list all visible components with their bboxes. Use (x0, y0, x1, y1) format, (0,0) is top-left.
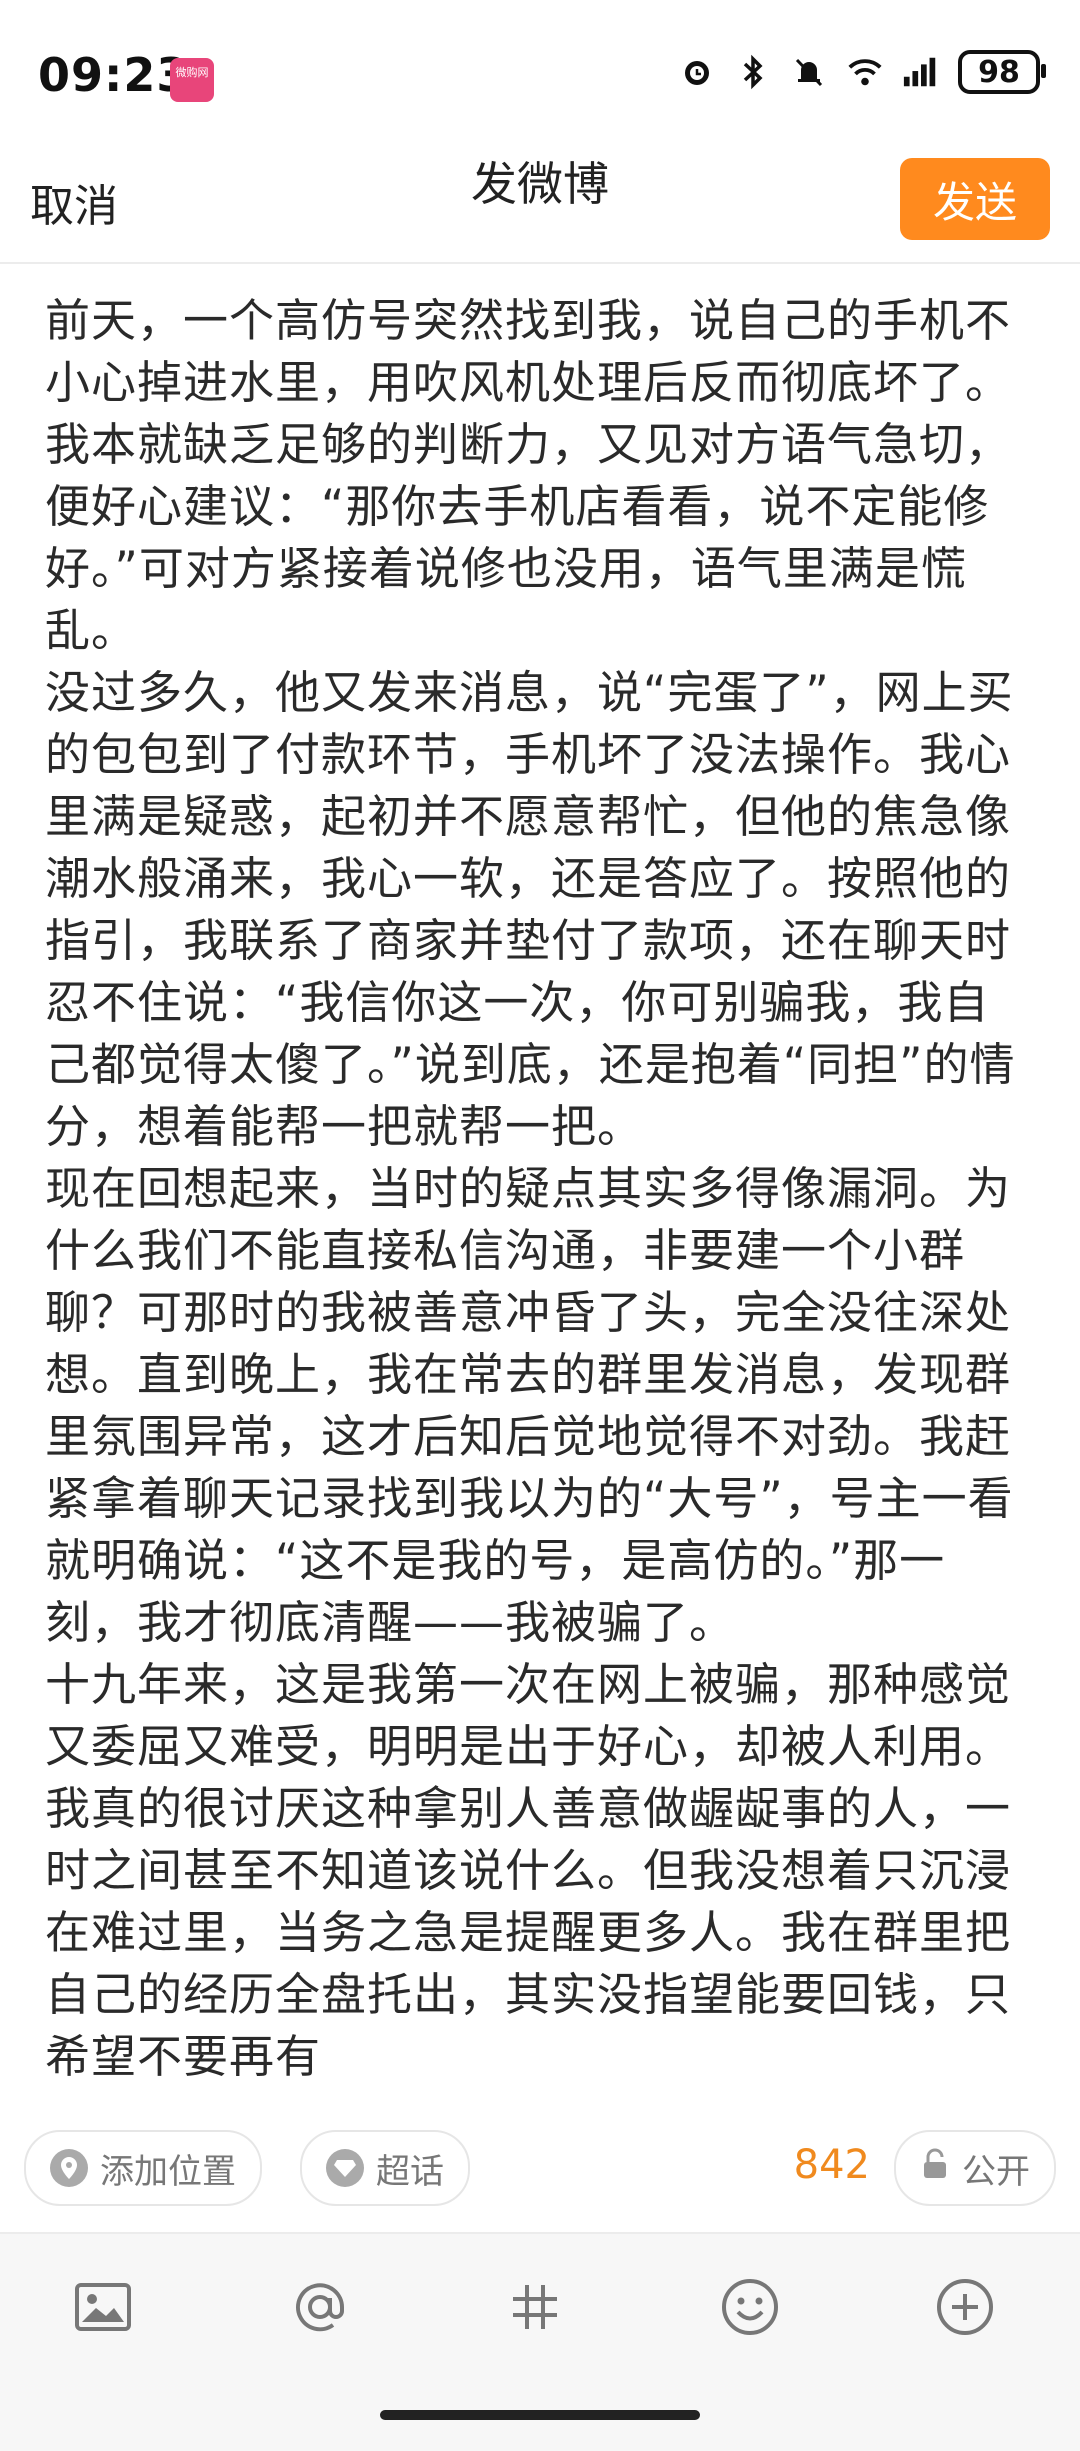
send-button[interactable]: 发送 (900, 158, 1050, 240)
signal-icon (902, 53, 940, 91)
status-bar: 09:23 微购网 98 (0, 0, 1080, 140)
visibility-label: 公开 (962, 2151, 1030, 2192)
add-icon[interactable] (930, 2272, 1000, 2342)
compose-header: 取消 发微博 发送 (0, 140, 1080, 264)
mention-icon[interactable] (285, 2272, 355, 2342)
lock-icon (920, 2147, 950, 2190)
hashtag-icon[interactable] (500, 2272, 570, 2342)
emoji-icon[interactable] (715, 2272, 785, 2342)
post-text-area[interactable]: 前天，一个高仿号突然找到我，说自己的手机不小心掉进水里，用吹风机处理后反而彻底坏… (45, 290, 1035, 2095)
post-paragraph: 前天，一个高仿号突然找到我，说自己的手机不小心掉进水里，用吹风机处理后反而彻底坏… (45, 294, 1012, 657)
super-topic-button[interactable]: 超话 (300, 2130, 470, 2206)
character-count: 842 (793, 2142, 870, 2188)
post-options-row: 添加位置 超话 842 公开 (0, 2130, 1080, 2210)
wifi-icon (846, 53, 884, 91)
image-icon[interactable] (68, 2272, 138, 2342)
bluetooth-icon (734, 53, 772, 91)
status-icons: 98 (678, 50, 1046, 94)
app-notification-icon: 微购网 (170, 58, 214, 102)
diamond-icon (326, 2149, 364, 2187)
clock: 09:23 (38, 48, 190, 102)
add-location-button[interactable]: 添加位置 (24, 2130, 262, 2206)
post-paragraph: 现在回想起来，当时的疑点其实多得像漏洞。为什么我们不能直接私信沟通，非要建一个小… (45, 1162, 1014, 1649)
battery-indicator: 98 (958, 50, 1046, 94)
post-paragraph: 没过多久，他又发来消息，说“完蛋了”，网上买的包包到了付款环节，手机坏了没法操作… (45, 666, 1016, 1153)
home-indicator[interactable] (380, 2410, 700, 2420)
location-pin-icon (50, 2149, 88, 2187)
visibility-button[interactable]: 公开 (894, 2130, 1056, 2206)
super-topic-label: 超话 (376, 2151, 444, 2192)
post-paragraph: 十九年来，这是我第一次在网上被骗，那种感觉又委屈又难受，明明是出于好心，却被人利… (45, 1658, 1012, 2083)
app-badge-label: 微购网 (175, 66, 209, 79)
mute-bell-icon (790, 53, 828, 91)
add-location-label: 添加位置 (100, 2151, 236, 2192)
account-name (420, 212, 660, 252)
alarm-icon (678, 53, 716, 91)
